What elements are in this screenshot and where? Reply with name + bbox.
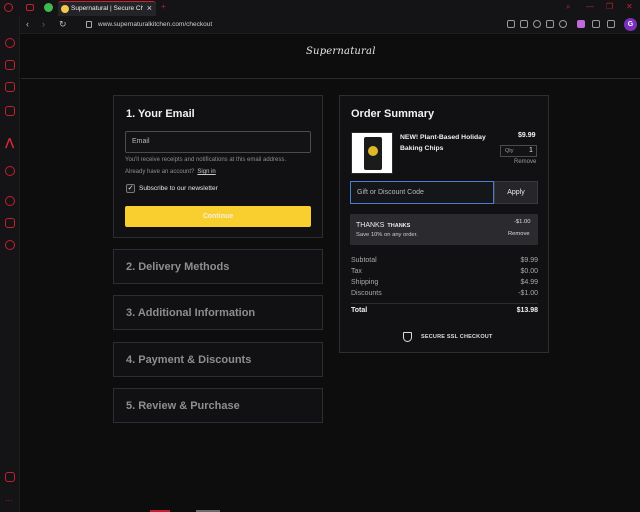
secure-checkout-label: SECURE SSL CHECKOUT — [421, 334, 493, 340]
shipping-row: Shipping $4.99 — [351, 279, 538, 286]
continue-button[interactable]: Continue — [125, 206, 311, 227]
row-value: $0.00 — [520, 268, 538, 275]
total-value: $13.98 — [516, 307, 538, 314]
search-icon[interactable]: ⌕ — [566, 2, 570, 12]
account-question-text: Already have an account? — [125, 169, 195, 175]
step-title: 4. Payment & Discounts — [126, 354, 252, 366]
instagram-icon[interactable] — [5, 106, 15, 116]
discount-code-input[interactable]: Gift or Discount Code — [350, 181, 494, 204]
shield-icon[interactable] — [533, 20, 541, 28]
coupon-amount: -$1.00 — [514, 219, 531, 225]
qty-label: Qty — [505, 148, 514, 154]
send-icon[interactable] — [546, 20, 554, 28]
aria-icon[interactable]: ⋀ — [5, 136, 15, 149]
qty-value: 1 — [529, 147, 533, 154]
payment-discounts-section[interactable]: 4. Payment & Discounts — [113, 342, 323, 377]
email-help-text: You'll receive receipts and notification… — [125, 157, 287, 163]
email-placeholder: Email — [132, 138, 150, 145]
step-title: 5. Review & Purchase — [126, 400, 240, 412]
row-value: -$1.00 — [518, 290, 538, 297]
product-name: NEW! Plant-Based Holiday Baking Chips — [400, 134, 486, 152]
more-icon[interactable]: ··· — [5, 496, 15, 506]
coupon-code-text: THANKS — [356, 222, 385, 229]
product-price: $9.99 — [518, 132, 536, 139]
new-tab-button[interactable]: + — [161, 2, 166, 11]
newsletter-label[interactable]: Subscribe to our newsletter — [139, 185, 218, 192]
wallet-icon[interactable] — [607, 20, 615, 28]
restore-button[interactable]: ❐ — [606, 2, 613, 11]
total-label: Total — [351, 307, 368, 314]
speed-icon[interactable] — [5, 38, 15, 48]
box-icon[interactable] — [592, 20, 600, 28]
newsletter-checkbox[interactable]: ✓ — [126, 184, 135, 193]
forward-button[interactable]: › — [42, 19, 45, 29]
row-label: Discounts — [351, 290, 382, 297]
emoji-favicon-icon — [61, 5, 69, 13]
quantity-input[interactable]: Qty 1 — [500, 145, 537, 157]
browser-sidebar: ⋀ ··· — [0, 16, 20, 512]
summary-divider — [351, 303, 538, 304]
speed-dial-icon[interactable] — [26, 4, 34, 11]
site-logo[interactable]: Supernatural — [306, 46, 376, 57]
coupon-code: THANKS THANKS — [356, 222, 410, 229]
sign-in-link[interactable]: Sign in — [197, 169, 215, 175]
discount-placeholder: Gift or Discount Code — [357, 189, 424, 196]
tab-checkout[interactable]: Supernatural | Secure Checkout × — [58, 1, 156, 16]
settings-gear-icon[interactable] — [5, 240, 15, 250]
camera-icon[interactable] — [520, 20, 528, 28]
profile-avatar[interactable]: G — [624, 18, 637, 31]
bag-icon[interactable] — [5, 60, 15, 70]
step-title: 2. Delivery Methods — [126, 261, 230, 273]
shield-check-icon — [403, 332, 412, 342]
pinned-tab-icon[interactable] — [44, 3, 53, 12]
site-header — [21, 35, 640, 79]
discounts-row: Discounts -$1.00 — [351, 290, 538, 297]
product-image — [351, 132, 393, 174]
lock-icon[interactable] — [86, 21, 92, 28]
edit-icon[interactable] — [507, 20, 515, 28]
email-section: 1. Your Email Email You'll receive recei… — [113, 95, 323, 238]
account-question: Already have an account? Sign in — [125, 169, 216, 175]
step-title: 3. Additional Information — [126, 307, 256, 319]
review-purchase-section[interactable]: 5. Review & Purchase — [113, 388, 323, 423]
coupon-description: Save 10% on any order. — [356, 232, 418, 238]
twitch-icon[interactable] — [5, 82, 15, 92]
extensions-icon[interactable] — [5, 218, 15, 228]
additional-information-section[interactable]: 3. Additional Information — [113, 295, 323, 330]
subtotal-row: Subtotal $9.99 — [351, 257, 538, 264]
apply-button[interactable]: Apply — [494, 181, 538, 204]
applied-coupon: THANKS THANKS Save 10% on any order. -$1.… — [350, 214, 538, 245]
email-section-title: 1. Your Email — [126, 108, 195, 120]
coupon-tag: THANKS — [387, 223, 411, 229]
minimize-button[interactable]: — — [586, 2, 594, 11]
order-summary: Order Summary NEW! Plant-Based Holiday B… — [339, 95, 549, 353]
delivery-methods-section[interactable]: 2. Delivery Methods — [113, 249, 323, 284]
url-bar[interactable]: www.supernaturalkitchen.com/checkout — [98, 21, 212, 28]
tax-row: Tax $0.00 — [351, 268, 538, 275]
total-row: Total $13.98 — [351, 307, 538, 314]
row-label: Subtotal — [351, 257, 377, 264]
back-button[interactable]: ‹ — [26, 19, 29, 29]
row-label: Shipping — [351, 279, 379, 286]
reload-icon[interactable]: ↻ — [59, 19, 67, 30]
row-value: $9.99 — [520, 257, 538, 264]
remove-coupon-link[interactable]: Remove — [508, 231, 530, 237]
chip-bag-label — [368, 146, 378, 156]
tab-bar: Supernatural | Secure Checkout × + ⌕ — ❐… — [0, 0, 640, 16]
email-input[interactable]: Email — [125, 131, 311, 153]
close-window-button[interactable]: ✕ — [626, 2, 633, 11]
player-icon[interactable] — [5, 166, 15, 176]
heart-icon[interactable] — [559, 20, 567, 28]
history-icon[interactable] — [5, 196, 15, 206]
extension-icon[interactable] — [577, 20, 585, 28]
tab-title: Supernatural | Secure Checkout — [71, 5, 143, 12]
browser-logo-icon[interactable] — [4, 3, 13, 12]
remove-item-link[interactable]: Remove — [514, 159, 536, 165]
row-label: Tax — [351, 268, 362, 275]
close-tab-icon[interactable]: × — [147, 3, 152, 13]
order-summary-title: Order Summary — [351, 108, 435, 120]
gallery-icon[interactable] — [5, 472, 15, 482]
row-value: $4.99 — [520, 279, 538, 286]
